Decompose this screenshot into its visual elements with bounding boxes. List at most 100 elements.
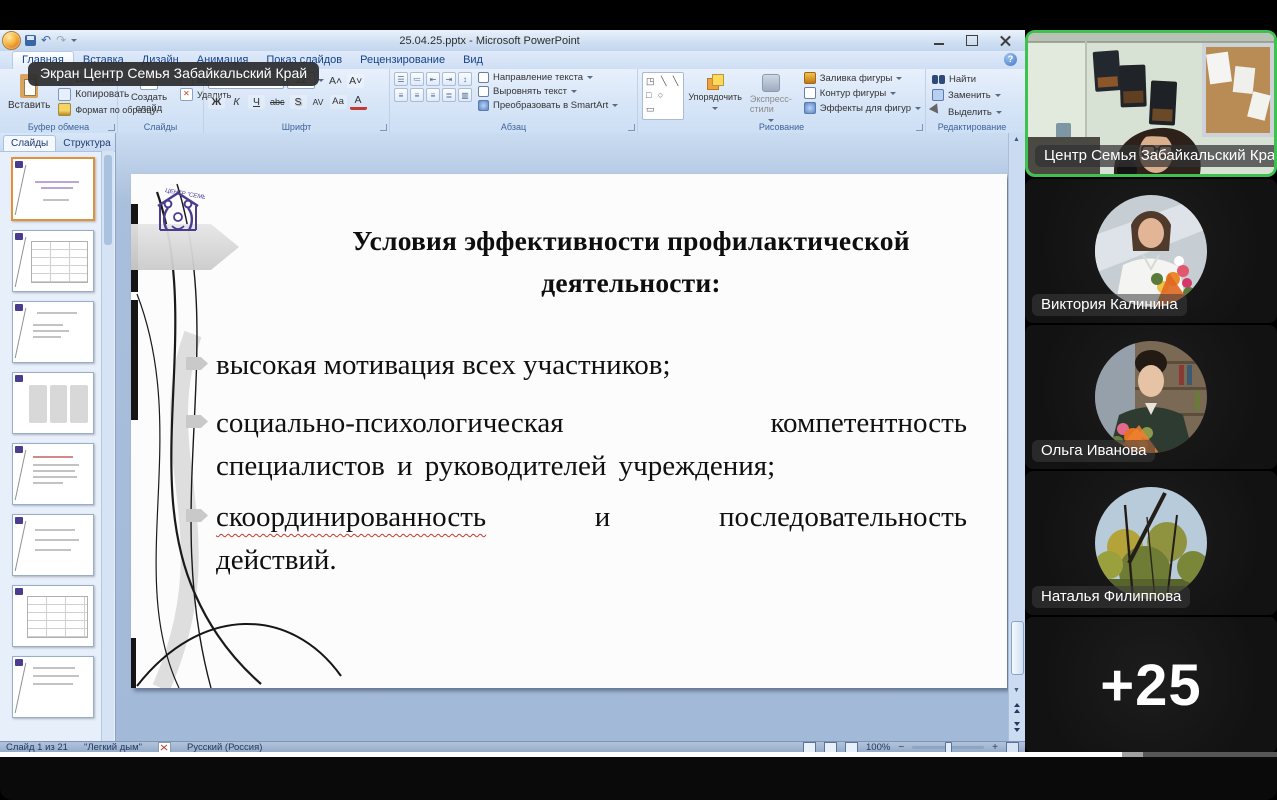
shrink-font-button[interactable]: A˅ <box>347 74 364 88</box>
text-direction-button[interactable]: Направление текста <box>478 72 618 83</box>
text-direction-icon <box>478 72 489 83</box>
bullet-2-line-2: специалистов и руководителей учреждения; <box>216 445 967 488</box>
tab-slides-thumbnails[interactable]: Слайды <box>3 135 56 151</box>
clipboard-dialog-launcher-icon[interactable] <box>108 124 115 131</box>
slide-canvas[interactable]: ЦЕНТР "СЕМЬЯ" Условия эффективности проф… <box>131 174 1007 688</box>
bold-button[interactable]: Ж <box>208 95 225 109</box>
more-participants-tile[interactable]: +25 <box>1025 617 1277 753</box>
slide-thumbnail[interactable] <box>12 514 94 576</box>
slide-editor: ЦЕНТР "СЕМЬЯ" Условия эффективности проф… <box>116 133 1025 741</box>
undo-icon[interactable]: ↶ <box>41 35 51 46</box>
slide-title[interactable]: Условия эффективности профилактической д… <box>281 220 981 304</box>
vk-video-player: ↶ ↷ 25.04.25.pptx - Microsoft PowerPoint… <box>0 0 1277 800</box>
maximize-button[interactable] <box>966 35 978 46</box>
select-icon <box>929 103 945 120</box>
shape-outline-button[interactable]: Контур фигуры <box>804 87 921 99</box>
slide-thumbnail[interactable] <box>11 157 95 221</box>
underline-button[interactable]: Ч <box>248 95 265 109</box>
panel-scrollbar[interactable] <box>101 151 114 741</box>
tab-retsenzirovanie[interactable]: Рецензирование <box>351 52 454 69</box>
shape-fill-icon <box>804 72 816 84</box>
svg-text:ЦЕНТР "СЕМЬЯ": ЦЕНТР "СЕМЬЯ" <box>165 188 205 202</box>
participant-name: Ольга Иванова <box>1032 440 1155 462</box>
bullet-marker-icon <box>186 509 208 522</box>
participant-name: Наталья Филиппова <box>1032 586 1190 608</box>
save-icon[interactable] <box>25 35 36 46</box>
slide-body-text[interactable]: высокая мотивация всех участников; социа… <box>186 344 967 688</box>
delete-icon <box>180 88 193 101</box>
participant-name: Виктория Калинина <box>1032 294 1187 316</box>
participant-tile[interactable]: Виктория Калинина <box>1025 179 1277 323</box>
avatar <box>1095 195 1207 307</box>
shape-effects-button[interactable]: Эффекты для фигур <box>804 102 921 114</box>
slide-thumbnail[interactable] <box>12 301 94 363</box>
columns-button[interactable]: ▥ <box>458 88 472 102</box>
minimize-button[interactable] <box>934 43 944 45</box>
font-dialog-launcher-icon[interactable] <box>380 124 387 131</box>
qat-dropdown-icon[interactable] <box>71 39 77 45</box>
numbering-button[interactable]: ≔ <box>410 72 424 86</box>
align-text-button[interactable]: Выровнять текст <box>478 86 618 97</box>
scroll-down-icon[interactable]: ▼ <box>1011 685 1022 696</box>
zoom-in-icon[interactable]: + <box>992 744 998 752</box>
slides-panel: Слайды Структура ✕ <box>0 133 116 741</box>
slide-thumbnail[interactable] <box>12 230 94 292</box>
close-button[interactable] <box>1000 35 1011 46</box>
scroll-up-icon[interactable]: ▲ <box>1011 134 1022 145</box>
office-button[interactable] <box>2 31 21 50</box>
slide-thumbnail[interactable] <box>12 656 94 718</box>
drawing-dialog-launcher-icon[interactable] <box>916 124 923 131</box>
next-slide-button[interactable] <box>1010 719 1023 735</box>
zoom-out-icon[interactable]: − <box>898 744 904 752</box>
slide-thumbnail[interactable] <box>12 585 94 647</box>
quick-styles-button[interactable]: Экспресс-стили <box>746 72 796 127</box>
convert-smartart-button[interactable]: Преобразовать в SmartArt <box>478 100 618 111</box>
bullet-3-line-1: скоординированность и последовательность <box>216 496 967 539</box>
align-left-button[interactable]: ≡ <box>394 88 408 102</box>
tab-outline[interactable]: Структура <box>56 136 117 151</box>
slide-thumbnail[interactable] <box>12 443 94 505</box>
thumbnail-list <box>0 151 101 741</box>
select-button[interactable]: Выделить <box>932 105 1014 119</box>
justify-button[interactable]: ≣ <box>442 88 456 102</box>
participant-tile[interactable]: Наталья Филиппова <box>1025 471 1277 615</box>
replace-button[interactable]: Заменить <box>932 89 1014 101</box>
font-color-button[interactable]: А <box>350 93 367 110</box>
find-button[interactable]: Найти <box>932 74 1014 85</box>
paragraph-dialog-launcher-icon[interactable] <box>628 124 635 131</box>
tab-vid[interactable]: Вид <box>454 52 492 69</box>
bullet-1: высокая мотивация всех участников; <box>216 344 967 387</box>
increase-indent-button[interactable]: ⇥ <box>442 72 456 86</box>
decrease-indent-button[interactable]: ⇤ <box>426 72 440 86</box>
bullets-button[interactable]: ☰ <box>394 72 408 86</box>
zoom-slider[interactable] <box>912 746 984 749</box>
avatar <box>1095 341 1207 453</box>
help-icon[interactable]: ? <box>1004 53 1017 66</box>
vertical-scrollbar[interactable]: ▲ ▼ <box>1008 133 1025 741</box>
align-text-icon <box>478 86 489 97</box>
scrollbar-thumb[interactable] <box>1011 621 1024 675</box>
design-bar <box>131 638 136 688</box>
shapes-gallery[interactable]: ◳ ╲ ╲ □ ○ ▭△ ⌐ ᒪ ⇨ ⇩ ◠☆ ◠ ∿ { } ☆ <box>642 72 684 120</box>
bullet-marker-icon <box>186 415 208 428</box>
screen-share-label: Экран Центр Семья Забайкальский Край <box>28 62 319 86</box>
italic-button[interactable]: К <box>228 95 245 109</box>
strikethrough-button[interactable]: abc <box>268 95 287 109</box>
align-right-button[interactable]: ≡ <box>426 88 440 102</box>
group-paragraph: ☰ ≔ ⇤ ⇥ ↕ ≡ ≡ ≡ ≣ ▥ Направле <box>390 69 638 133</box>
participant-camera-tile[interactable]: Центр Семья Забайкальский Край <box>1025 30 1277 177</box>
redo-icon[interactable]: ↷ <box>56 35 66 46</box>
change-case-button[interactable]: Аа <box>330 95 347 109</box>
overflow-count: +25 <box>1100 652 1201 719</box>
line-spacing-button[interactable]: ↕ <box>458 72 472 86</box>
character-spacing-button[interactable]: AV <box>310 95 327 109</box>
participant-tile[interactable]: Ольга Иванова <box>1025 325 1277 469</box>
previous-slide-button[interactable] <box>1010 699 1023 715</box>
slide-thumbnail[interactable] <box>12 372 94 434</box>
arrange-button[interactable]: Упорядочить <box>684 72 746 115</box>
shape-fill-button[interactable]: Заливка фигуры <box>804 72 921 84</box>
grow-font-button[interactable]: A˄ <box>327 74 344 88</box>
align-center-button[interactable]: ≡ <box>410 88 424 102</box>
panel-tabs: Слайды Структура ✕ <box>0 133 115 152</box>
text-shadow-button[interactable]: S <box>290 95 307 109</box>
